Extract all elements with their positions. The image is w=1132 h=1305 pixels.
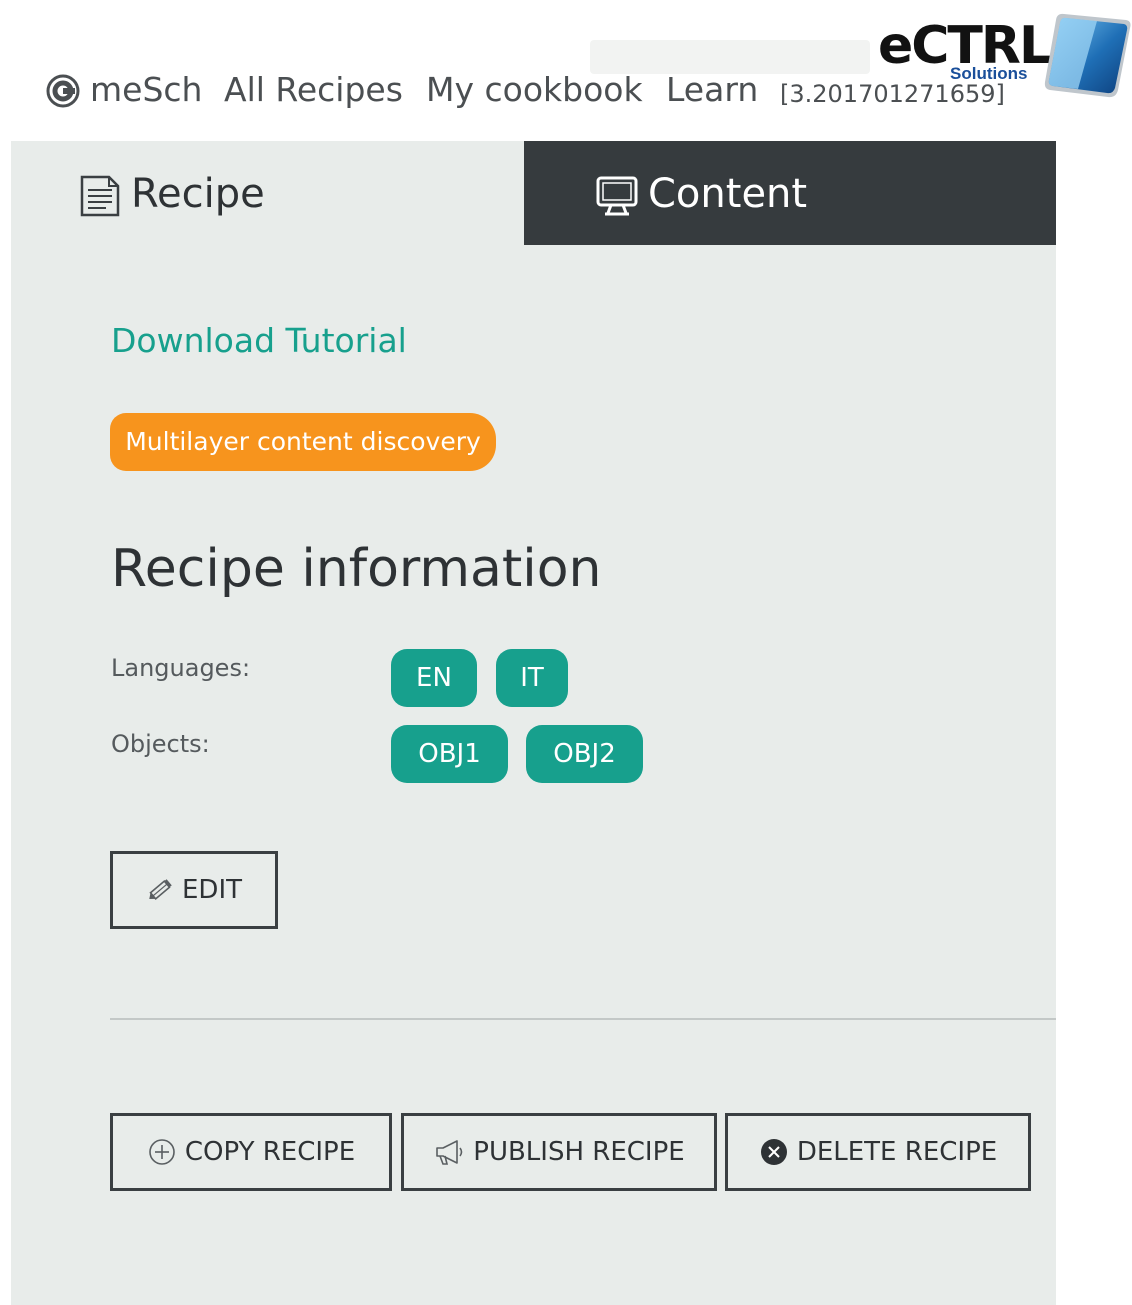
download-tutorial-link[interactable]: Download Tutorial: [111, 321, 407, 360]
edit-button[interactable]: EDIT: [110, 851, 278, 929]
nav-all-recipes[interactable]: All Recipes: [224, 70, 403, 109]
plus-circle-icon: [149, 1139, 175, 1165]
language-tag-en[interactable]: EN: [391, 649, 477, 707]
edit-button-label: EDIT: [182, 875, 242, 905]
publish-recipe-label: PUBLISH RECIPE: [473, 1137, 685, 1167]
section-title: Recipe information: [111, 539, 602, 599]
monitor-icon: [596, 176, 638, 216]
language-tag-it[interactable]: IT: [496, 649, 568, 707]
background-ghost-bar: [590, 40, 870, 74]
copy-recipe-button[interactable]: COPY RECIPE: [110, 1113, 392, 1191]
tab-content[interactable]: Content: [524, 141, 1056, 245]
pencil-icon: [149, 879, 172, 900]
ectrl-watermark-logo: eCTRL Solutions: [878, 10, 1132, 102]
recipe-panel: Recipe Content Download Tutorial Multila…: [11, 141, 1056, 1305]
copy-recipe-label: COPY RECIPE: [184, 1137, 356, 1167]
ectrl-logo-icon: [1044, 13, 1131, 98]
category-pill: Multilayer content discovery: [110, 413, 496, 471]
delete-recipe-button[interactable]: DELETE RECIPE: [725, 1113, 1031, 1191]
nav-my-cookbook[interactable]: My cookbook: [426, 70, 643, 109]
nav-learn[interactable]: Learn: [666, 70, 758, 109]
mesch-logo-icon[interactable]: [46, 74, 80, 108]
tab-content-label: Content: [648, 171, 808, 217]
delete-recipe-label: DELETE RECIPE: [796, 1137, 998, 1167]
top-navigation: meSch All Recipes My cookbook Learn [3.2…: [0, 0, 1132, 140]
objects-label: Objects:: [111, 730, 210, 758]
tab-recipe-label: Recipe: [131, 171, 265, 217]
megaphone-icon: [436, 1140, 463, 1165]
object-tag-obj1[interactable]: OBJ1: [391, 725, 508, 783]
languages-label: Languages:: [111, 654, 251, 682]
document-icon: [80, 175, 120, 217]
publish-recipe-button[interactable]: PUBLISH RECIPE: [401, 1113, 717, 1191]
divider: [110, 1018, 1056, 1020]
tab-recipe[interactable]: Recipe: [11, 141, 524, 245]
nav-brand-mesch[interactable]: meSch: [90, 70, 202, 109]
close-circle-icon: [760, 1139, 787, 1165]
watermark-brand-subtext: Solutions: [950, 64, 1028, 83]
object-tag-obj2[interactable]: OBJ2: [526, 725, 643, 783]
